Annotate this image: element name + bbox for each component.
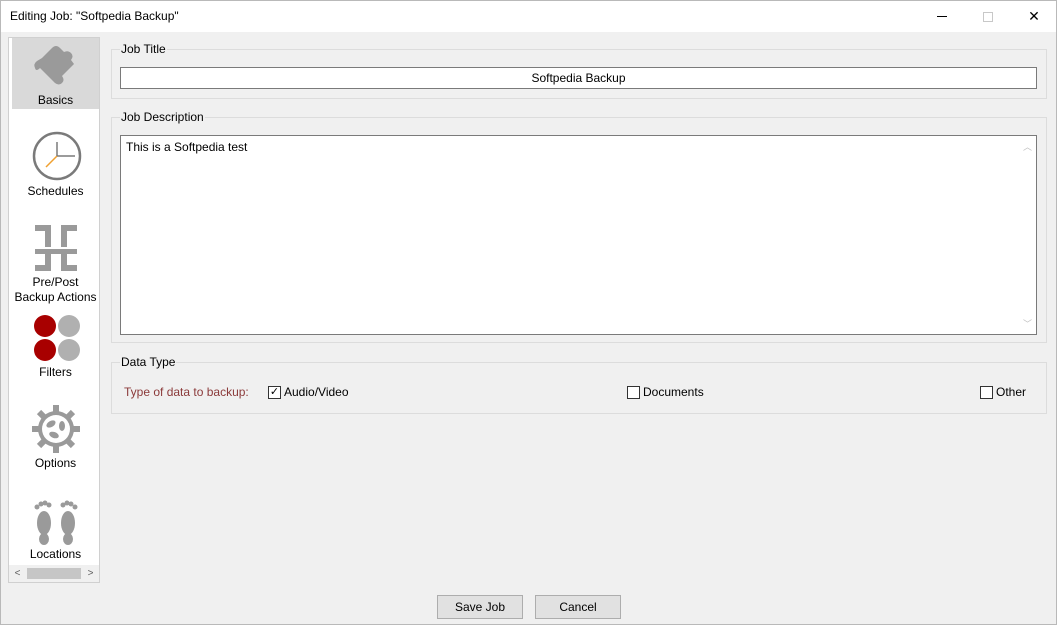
data-type-prompt: Type of data to backup: bbox=[124, 385, 249, 399]
sidebar-horizontal-scrollbar[interactable]: < > bbox=[9, 565, 99, 582]
scrollbar-thumb[interactable] bbox=[27, 568, 81, 579]
sidebar-item-locations[interactable]: Locations bbox=[12, 493, 99, 565]
scroll-down-icon[interactable]: ﹀ bbox=[1019, 317, 1036, 330]
puzzle-icon bbox=[34, 46, 74, 85]
audio-video-checkbox[interactable]: ✓ bbox=[268, 386, 281, 399]
job-title-group-label: Job Title bbox=[120, 42, 167, 56]
other-checkbox[interactable] bbox=[980, 386, 993, 399]
data-type-group: Data Type bbox=[111, 355, 1047, 414]
sidebar-item-label: Basics bbox=[37, 93, 74, 107]
scroll-right-icon[interactable]: > bbox=[82, 565, 99, 582]
save-job-button[interactable]: Save Job bbox=[437, 595, 523, 619]
sidebar-item-label: Options bbox=[34, 456, 77, 470]
sidebar-item-pre-post-actions[interactable]: Pre/Post Backup Actions bbox=[12, 219, 99, 309]
editing-job-window: Editing Job: "Softpedia Backup" ✕ Basics… bbox=[0, 0, 1057, 625]
filters-icon bbox=[34, 315, 80, 361]
cancel-button[interactable]: Cancel bbox=[535, 595, 621, 619]
description-vertical-scrollbar[interactable]: ︿ ﹀ bbox=[1019, 136, 1036, 334]
data-type-group-label: Data Type bbox=[120, 355, 177, 369]
sidebar-item-label: Schedules bbox=[27, 184, 84, 198]
other-label[interactable]: Other bbox=[996, 385, 1026, 399]
footprints-icon bbox=[34, 500, 78, 545]
actions-icon bbox=[35, 225, 77, 271]
sidebar-item-options[interactable]: Options bbox=[12, 402, 99, 474]
minimize-icon bbox=[937, 16, 947, 17]
sidebar: Basics Schedules Pre/Post Backup Actions… bbox=[8, 37, 100, 583]
title-bar: Editing Job: "Softpedia Backup" ✕ bbox=[1, 1, 1056, 32]
job-description-text: This is a Softpedia test bbox=[126, 140, 248, 154]
gear-icon bbox=[32, 405, 80, 453]
documents-checkbox[interactable] bbox=[627, 386, 640, 399]
checkmark-icon: ✓ bbox=[269, 386, 280, 398]
sidebar-item-schedules[interactable]: Schedules bbox=[12, 129, 99, 199]
job-description-group-label: Job Description bbox=[120, 110, 205, 124]
window-title: Editing Job: "Softpedia Backup" bbox=[10, 9, 179, 23]
maximize-button[interactable] bbox=[965, 1, 1011, 32]
scroll-left-icon[interactable]: < bbox=[9, 565, 26, 582]
maximize-icon bbox=[983, 11, 993, 22]
sidebar-item-label: Pre/Post Backup Actions bbox=[14, 275, 97, 304]
minimize-button[interactable] bbox=[919, 1, 965, 32]
sidebar-item-label: Locations bbox=[29, 547, 82, 561]
close-icon: ✕ bbox=[1028, 8, 1040, 24]
sidebar-item-filters[interactable]: Filters bbox=[12, 311, 99, 383]
documents-label[interactable]: Documents bbox=[643, 385, 704, 399]
audio-video-label[interactable]: Audio/Video bbox=[284, 385, 349, 399]
clock-icon bbox=[32, 131, 82, 181]
sidebar-item-label: Filters bbox=[39, 365, 72, 379]
job-title-input[interactable]: Softpedia Backup bbox=[120, 67, 1037, 89]
scroll-up-icon[interactable]: ︿ bbox=[1019, 140, 1036, 153]
job-description-textarea[interactable]: This is a Softpedia test ︿ ﹀ bbox=[120, 135, 1037, 335]
sidebar-item-basics[interactable]: Basics bbox=[12, 38, 99, 109]
close-button[interactable]: ✕ bbox=[1011, 1, 1057, 32]
